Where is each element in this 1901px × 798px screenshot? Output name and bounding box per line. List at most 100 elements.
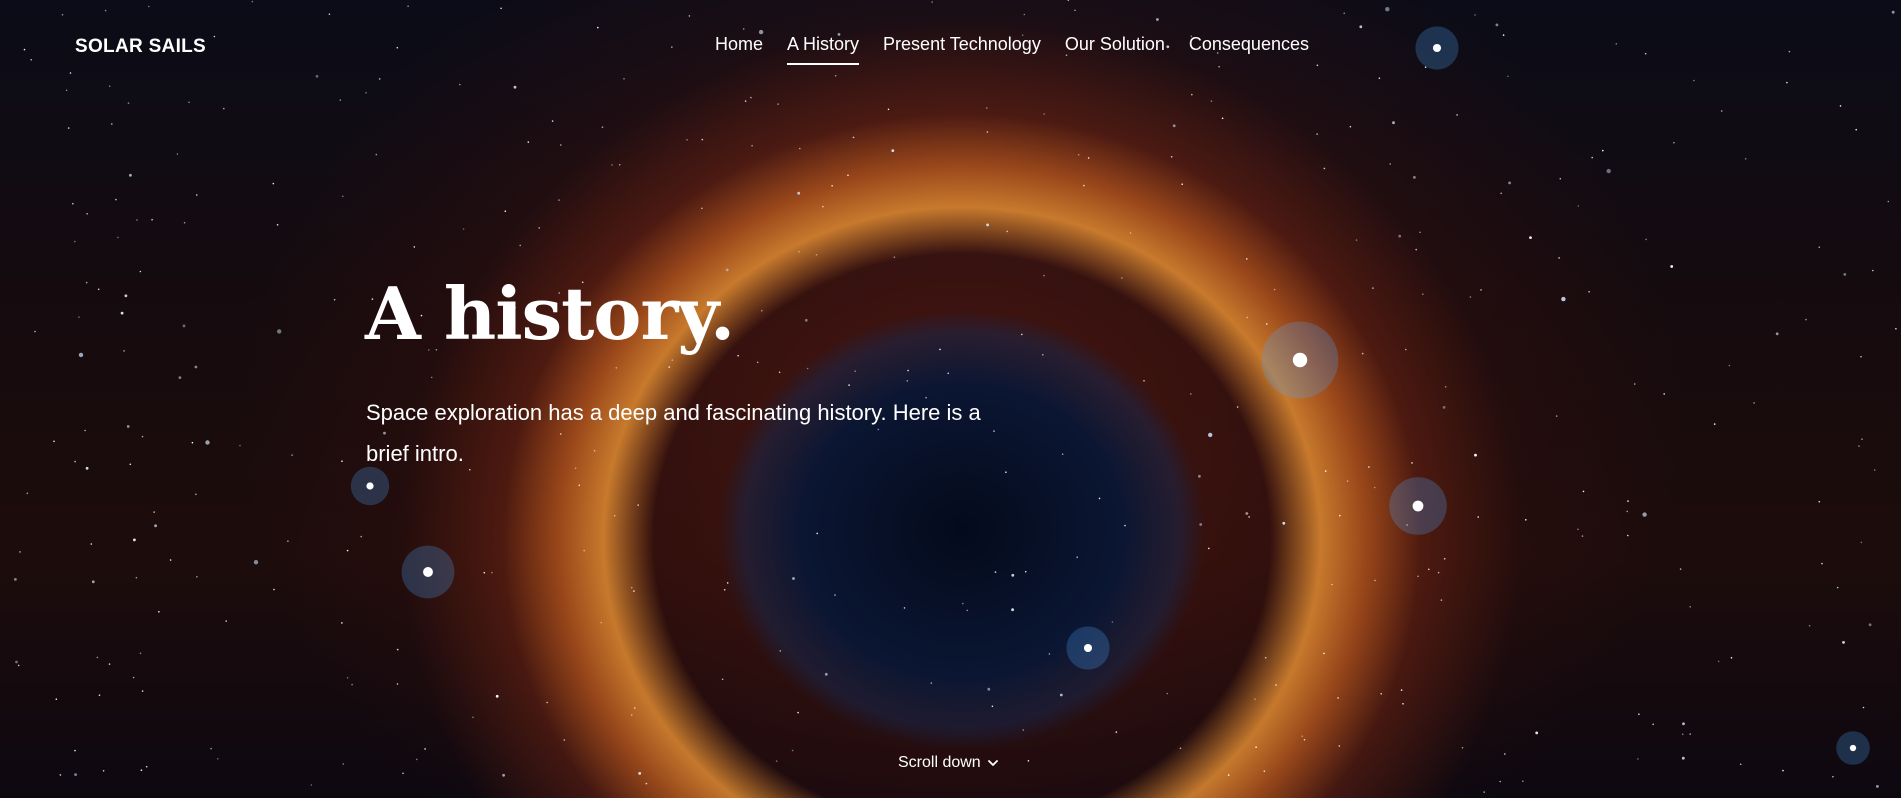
star	[1860, 355, 1862, 358]
nav-item-our-solution[interactable]: Our Solution	[1065, 34, 1165, 65]
nav-item-a-history[interactable]: A History	[787, 34, 860, 65]
bright-star	[1083, 643, 1093, 653]
star	[1417, 575, 1419, 578]
star	[1689, 606, 1691, 608]
star	[630, 714, 633, 716]
star	[601, 126, 604, 128]
star	[346, 677, 349, 679]
star	[1166, 692, 1168, 695]
star	[583, 549, 585, 552]
star	[1861, 438, 1863, 441]
star	[947, 372, 949, 375]
star	[816, 532, 818, 535]
star	[1027, 760, 1030, 762]
star	[26, 492, 29, 495]
star	[1059, 693, 1063, 697]
star	[1316, 133, 1318, 135]
star	[151, 218, 153, 221]
star	[987, 687, 991, 691]
star	[1808, 624, 1811, 627]
star	[287, 540, 289, 542]
star	[1529, 236, 1532, 240]
star	[847, 174, 849, 177]
brand-logo[interactable]: SOLAR SAILS	[75, 36, 206, 58]
star	[341, 460, 343, 463]
star	[1413, 176, 1416, 179]
star	[1474, 453, 1477, 457]
star	[402, 772, 404, 775]
nav-item-present-technology[interactable]: Present Technology	[883, 34, 1041, 65]
star	[196, 194, 198, 196]
star	[804, 318, 808, 322]
star	[1338, 745, 1341, 747]
star	[563, 739, 566, 741]
star	[701, 138, 704, 141]
star	[848, 384, 850, 386]
star	[906, 380, 909, 382]
star	[310, 784, 313, 786]
star	[1626, 510, 1628, 513]
star	[1024, 570, 1027, 573]
star	[1199, 523, 1203, 526]
star	[239, 444, 241, 447]
star	[1561, 296, 1566, 302]
star	[1323, 167, 1326, 170]
star	[1374, 579, 1376, 582]
star	[1337, 697, 1339, 699]
star	[824, 672, 828, 676]
star	[462, 228, 465, 230]
star	[1818, 246, 1821, 248]
scroll-down-label: Scroll down	[898, 754, 981, 771]
star	[396, 683, 399, 685]
star	[560, 144, 562, 146]
scroll-down-button[interactable]: Scroll down	[898, 754, 999, 772]
star	[671, 359, 674, 361]
nav-item-consequences[interactable]: Consequences	[1189, 34, 1309, 65]
star	[124, 294, 128, 298]
star	[645, 782, 648, 785]
star	[195, 493, 197, 496]
star	[1480, 289, 1482, 291]
star	[141, 690, 144, 692]
star	[791, 749, 794, 752]
star	[115, 198, 117, 201]
star	[1121, 277, 1123, 279]
nav-item-home[interactable]: Home	[715, 34, 763, 65]
star	[97, 288, 100, 291]
star	[502, 773, 505, 777]
star	[1483, 791, 1485, 793]
star	[799, 147, 801, 150]
star	[1422, 293, 1424, 296]
star	[1400, 689, 1403, 691]
star	[1022, 729, 1025, 731]
star	[986, 223, 989, 227]
star	[1389, 163, 1391, 165]
star	[342, 763, 345, 765]
star	[67, 127, 70, 129]
star	[1775, 332, 1779, 336]
star	[178, 376, 182, 379]
star	[578, 484, 581, 487]
star	[777, 103, 779, 105]
star	[1444, 386, 1447, 388]
star	[1043, 274, 1045, 277]
star	[1805, 318, 1807, 321]
star	[188, 101, 190, 104]
star	[102, 770, 105, 772]
star	[141, 435, 144, 438]
star	[1443, 558, 1446, 560]
star	[1115, 731, 1118, 733]
star	[1190, 393, 1192, 395]
star	[1221, 117, 1224, 120]
star	[893, 256, 896, 259]
star	[1753, 402, 1755, 404]
star	[1469, 296, 1472, 298]
bright-star	[1412, 500, 1424, 512]
star	[1402, 703, 1404, 705]
star	[98, 694, 101, 696]
star	[527, 141, 530, 143]
star	[74, 773, 77, 776]
star	[903, 607, 906, 609]
star	[1842, 641, 1845, 644]
star	[1582, 490, 1585, 493]
